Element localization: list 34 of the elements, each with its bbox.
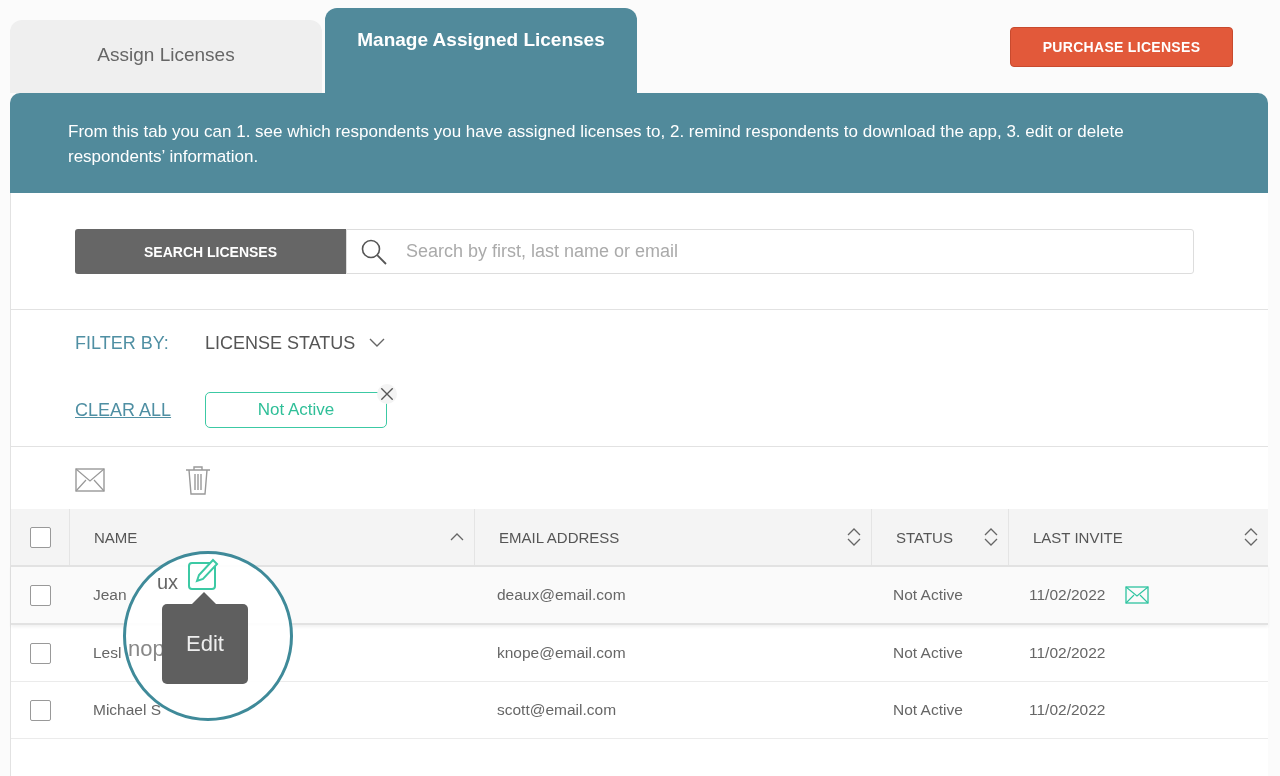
name-cell: Jean [93, 586, 127, 604]
chevron-icon [369, 338, 386, 348]
name-cell: Lesl [93, 644, 122, 662]
purchase-button[interactable]: PURCHASE LICENSES [1010, 27, 1233, 67]
select-all-checkbox[interactable] [29, 526, 51, 548]
email-cell: knope@email.com [497, 644, 626, 662]
mail-icon[interactable] [75, 468, 105, 492]
date-cell: 11/02/2022 [1029, 586, 1106, 604]
info-text: From this tab you can 1. see which respondents you have assigned licenses to, 2. remind respondents to download the app, 3. edit or delete respondents’ information. [68, 122, 1124, 166]
tooltip-text: Edit [186, 631, 224, 657]
status-cell: Not Active [893, 701, 963, 719]
status-cell: Not Active [893, 644, 963, 662]
email-cell: deaux@email.com [497, 586, 626, 604]
close-icon[interactable] [377, 384, 397, 404]
search-icon [360, 237, 388, 266]
name-cell: Michael S [93, 701, 162, 719]
row-checkbox[interactable] [29, 699, 51, 721]
tab[interactable]: Assign Licenses [10, 20, 322, 93]
column-header[interactable]: LAST INVITE [1009, 509, 1268, 565]
email-cell: scott@email.com [497, 701, 617, 719]
trash-icon[interactable] [185, 465, 211, 495]
row-checkbox[interactable] [29, 584, 51, 606]
date-cell: 11/02/2022 [1029, 644, 1106, 662]
mail-icon[interactable] [1125, 586, 1150, 604]
filter-label: FILTER BY: [75, 332, 170, 354]
row-checkbox[interactable] [29, 642, 51, 664]
magnified-text: ux [157, 571, 179, 594]
status-cell: Not Active [893, 586, 963, 604]
date-cell: 11/02/2022 [1029, 701, 1106, 719]
license-status-dropdown[interactable]: LICENSE STATUS [205, 332, 386, 354]
edit-icon[interactable] [187, 557, 219, 591]
clear-all-link[interactable]: CLEAR ALL [75, 399, 205, 421]
search-button[interactable]: SEARCH LICENSES [75, 229, 346, 274]
tab[interactable]: Manage Assigned Licenses [325, 8, 637, 93]
